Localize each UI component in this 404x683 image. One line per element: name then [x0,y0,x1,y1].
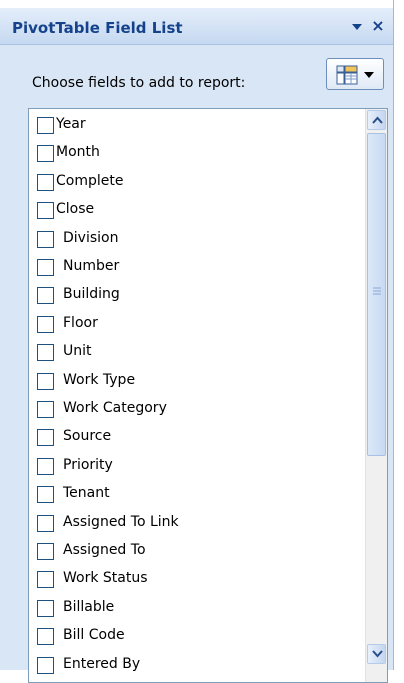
field-checkbox[interactable] [37,315,54,333]
field-label: Tenant [63,485,110,502]
field-label: Close [56,201,95,218]
field-label: Entered By [63,655,141,672]
field-checkbox[interactable] [37,287,54,305]
field-checkbox[interactable] [37,543,54,560]
field-checkbox[interactable] [37,628,54,646]
field-checkbox[interactable] [37,656,54,674]
field-label: Work Type [63,371,136,388]
field-label: Unit [63,343,92,360]
field-layout-icon [336,65,358,85]
field-label: Complete [56,172,124,189]
field-list: Year Month Complete Close Division Number Buil… [28,108,388,683]
field-label: Assigned To Link [63,513,179,530]
field-checkbox[interactable] [37,344,54,362]
field-item[interactable]: Tenant [29,481,365,509]
field-checkbox[interactable] [37,429,54,447]
field-item[interactable]: Entered By [29,652,365,680]
field-label: Number [63,258,120,274]
pane-top-stripe [0,0,393,8]
field-label: Priority [63,456,113,473]
field-checkbox[interactable] [37,259,54,276]
field-label: Assigned To [63,542,146,558]
scroll-down-button[interactable] [367,644,386,664]
scrollbar-thumb[interactable] [367,133,386,456]
field-checkbox[interactable] [37,571,54,589]
field-label: Bill Code [63,627,125,644]
field-checkbox[interactable] [37,486,54,504]
field-label: Billable [63,598,115,615]
choose-fields-label: Choose fields to add to report: [32,75,246,91]
field-item[interactable]: Division [29,226,365,254]
field-item[interactable]: Source [29,424,365,452]
field-checkbox[interactable] [37,372,54,390]
chevron-up-icon [372,116,383,124]
field-item[interactable]: Complete [29,169,365,197]
field-item[interactable]: Building [29,282,365,310]
field-label: Floor [63,314,98,331]
field-item[interactable]: Month [29,140,365,168]
field-label: Work Category [63,400,167,416]
field-checkbox[interactable] [37,401,54,418]
triangle-down-icon [364,72,374,78]
field-item[interactable]: Work Type [29,368,365,396]
field-label: Division [63,229,119,246]
field-label: Year [56,116,86,132]
chevron-down-icon [372,650,383,658]
grip-icon [373,287,381,295]
field-label: Source [63,428,112,445]
triangle-down-icon [352,24,362,30]
field-checkbox[interactable] [37,514,54,532]
field-item[interactable]: Assigned To Link [29,510,365,538]
field-checkbox[interactable] [37,457,54,475]
field-label: Work Status [63,570,148,587]
field-item[interactable]: Number [29,254,365,282]
pane-title-bar: PivotTable Field List × [0,8,393,45]
field-checkbox[interactable] [37,599,54,617]
pane-options-button[interactable] [349,16,365,36]
field-checkbox[interactable] [37,173,54,191]
field-item[interactable]: Priority [29,453,365,481]
field-item[interactable]: Work Status [29,566,365,594]
field-checkbox[interactable] [37,117,54,134]
field-item[interactable]: Work Category [29,396,365,424]
pane-title: PivotTable Field List [12,19,183,37]
field-item[interactable]: Year [29,112,365,140]
field-layout-button[interactable] [326,58,384,90]
field-checkbox[interactable] [37,202,54,220]
field-item[interactable]: Floor [29,311,365,339]
field-item[interactable]: Bill Code [29,623,365,651]
field-label: Month [56,144,100,161]
field-item[interactable]: Assigned To [29,538,365,566]
pivottable-field-list-pane: PivotTable Field List × Choose fields to… [0,0,394,683]
scroll-up-button[interactable] [367,110,386,130]
close-icon[interactable]: × [369,16,387,36]
field-item[interactable]: Close [29,197,365,225]
vertical-scrollbar[interactable] [365,109,387,682]
field-item[interactable]: Billable [29,595,365,623]
field-label: Building [63,286,120,303]
field-item[interactable]: Unit [29,339,365,367]
field-checkbox[interactable] [37,230,54,248]
field-checkbox[interactable] [37,145,54,163]
